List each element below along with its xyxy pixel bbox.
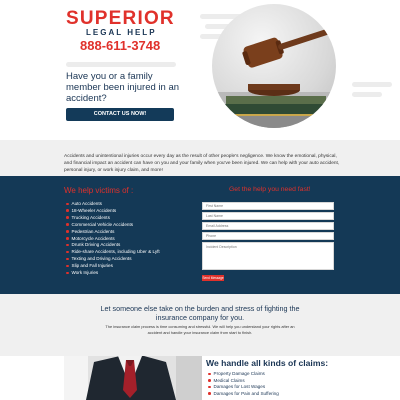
list-item-label: Damages for Lost Wages [213, 384, 266, 390]
bullet-icon [208, 392, 211, 395]
list-item-label: Pedestrian Accidents [71, 228, 115, 234]
list-item-label: Slip and Fall Injuries [71, 263, 113, 269]
bullet-icon [66, 223, 69, 226]
lawyer-photo [64, 356, 202, 400]
brand-logo: SUPERIOR [66, 8, 175, 29]
bullet-icon [66, 237, 69, 240]
list-item: Ride-share Accidents, including Uber & L… [66, 249, 160, 256]
bullet-icon [66, 230, 69, 233]
list-item: Damages for Lost Wages [208, 384, 279, 391]
list-item-label: Trucking Accidents [71, 214, 110, 220]
list-item: Pedestrian Accidents [66, 229, 160, 236]
burden-section: Let someone else take on the burden and … [0, 294, 400, 356]
burden-text: The insurance claim process is time cons… [105, 324, 295, 335]
list-item: Motorcycle Accidents [66, 236, 160, 243]
intro-section: Accidents and unintentional injuries occ… [0, 140, 400, 176]
claims-section: We handle all kinds of claims: Property … [0, 356, 400, 400]
gavel-photo [212, 4, 336, 128]
bullet-icon [66, 250, 69, 254]
intro-text: Accidents and unintentional injuries occ… [64, 154, 340, 173]
decorative-stripe [66, 62, 176, 67]
victims-list: Auto Accidents 18-Wheeler Accidents Truc… [66, 201, 160, 277]
list-item: Slip and Fall Injuries [66, 263, 160, 270]
bullet-icon [66, 271, 69, 275]
list-item-label: Work Injuries [71, 270, 99, 276]
list-item: Work Injuries [66, 270, 160, 277]
brand-subtitle: LEGAL HELP [86, 28, 157, 37]
list-item-label: Drunk Driving Accidents [71, 242, 121, 248]
bullet-icon [208, 385, 211, 389]
list-item-label: Damages for Pain and Suffering [213, 390, 279, 396]
list-item: Property Damage Claims [208, 371, 279, 378]
list-item-label: Auto Accidents [71, 201, 102, 206]
list-item: Texting and Driving Accidents [66, 256, 160, 263]
incident-description-textarea[interactable] [202, 242, 334, 270]
contact-us-button[interactable]: CONTACT US NOW! [66, 108, 174, 121]
bullet-icon [208, 379, 211, 382]
list-item: 18-Wheeler Accidents [66, 208, 160, 215]
phone-input[interactable] [202, 232, 334, 240]
list-item: Auto Accidents [66, 201, 160, 208]
form-title: Get the help you need fast! [229, 186, 311, 193]
last-name-input[interactable] [202, 212, 334, 220]
send-message-button[interactable]: Send Message [202, 275, 224, 281]
list-item: Drunk Driving Accidents [66, 242, 160, 249]
bullet-icon [66, 202, 69, 206]
claims-list: Property Damage Claims Medical Claims Da… [208, 371, 279, 397]
bullet-icon [66, 264, 69, 268]
hero-section: SUPERIOR LEGAL HELP 888-611-3748 Have yo… [0, 0, 400, 140]
list-item: Commercial Vehicle Accidents [66, 222, 160, 229]
decorative-stripe [352, 82, 392, 87]
list-item-label: Texting and Driving Accidents [71, 256, 132, 262]
first-name-input[interactable] [202, 202, 334, 210]
bullet-icon [66, 243, 69, 247]
hero-headline: Have you or a family member been injured… [66, 71, 180, 104]
decorative-stripe [352, 92, 382, 97]
bullet-icon [66, 257, 69, 261]
burden-title: Let someone else take on the burden and … [100, 304, 300, 322]
list-item: Medical Claims [208, 378, 279, 385]
phone-number-link[interactable]: 888-611-3748 [80, 38, 160, 53]
list-item-label: Ride-share Accidents, including Uber & L… [71, 249, 160, 255]
bullet-icon [66, 209, 69, 212]
list-item-label: 18-Wheeler Accidents [71, 207, 117, 213]
list-item-label: Property Damage Claims [213, 371, 265, 376]
claims-title: We handle all kinds of claims: [206, 358, 329, 368]
list-item-label: Medical Claims [213, 377, 245, 383]
victims-title: We help victims of : [64, 186, 134, 195]
list-item-label: Motorcycle Accidents [71, 235, 115, 241]
bullet-icon [208, 372, 211, 376]
list-item: Trucking Accidents [66, 215, 160, 222]
email-input[interactable] [202, 222, 334, 230]
list-item-label: Commercial Vehicle Accidents [71, 221, 134, 227]
bullet-icon [66, 216, 69, 219]
victims-section: We help victims of : Auto Accidents 18-W… [0, 176, 400, 294]
list-item: Damages for Pain and Suffering [208, 391, 279, 398]
